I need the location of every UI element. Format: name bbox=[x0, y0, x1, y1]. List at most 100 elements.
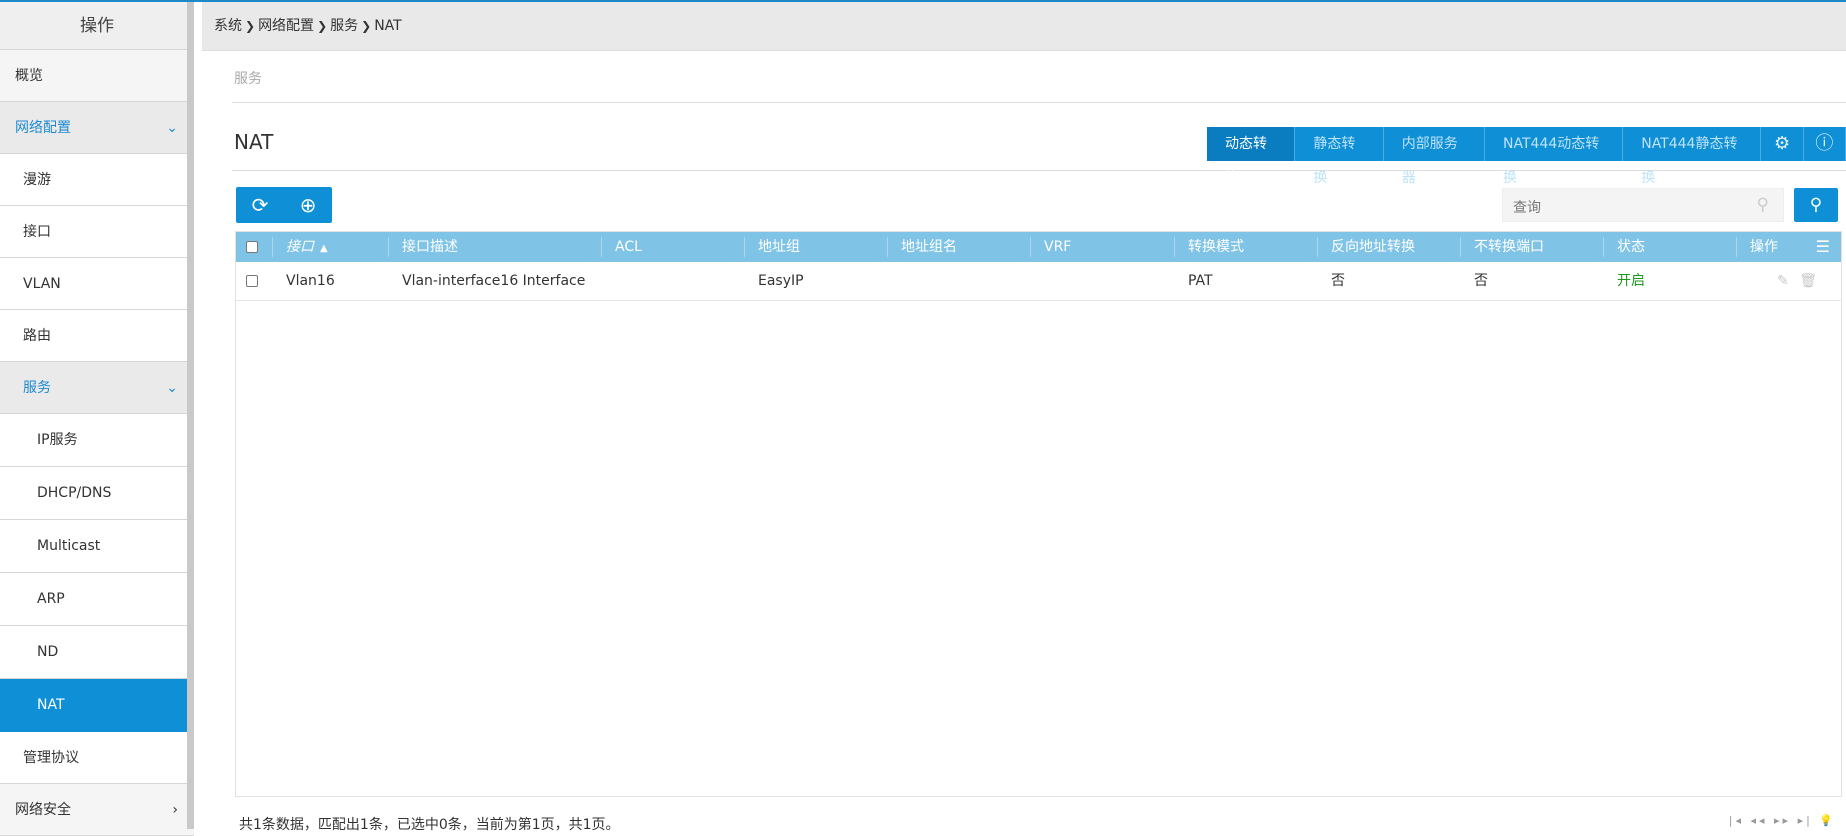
column-label: 操作 bbox=[1750, 239, 1778, 255]
chevron-down-icon: ⌄ bbox=[166, 380, 178, 396]
sidebar-item-overview[interactable]: 概览 bbox=[0, 50, 194, 102]
sidebar-item-label: 服务 bbox=[23, 380, 51, 396]
cell-acl bbox=[601, 262, 744, 300]
sidebar-item-label: NAT bbox=[37, 697, 65, 713]
sidebar-item-label: Multicast bbox=[37, 538, 101, 554]
sidebar-item-label: 管理协议 bbox=[23, 750, 79, 766]
sidebar-item-label: 接口 bbox=[23, 224, 51, 240]
sidebar-item-label: 网络配置 bbox=[15, 120, 71, 136]
sidebar-item-interface[interactable]: 接口 bbox=[0, 206, 194, 258]
pagination: |◂ ◂◂ ▸▸ ▸| 💡 bbox=[1729, 814, 1836, 827]
edit-icon[interactable]: ✎ bbox=[1777, 273, 1789, 289]
lightbulb-icon[interactable]: 💡 bbox=[1819, 814, 1836, 827]
search-placeholder: 查询 bbox=[1513, 200, 1541, 216]
sidebar-item-label: 网络安全 bbox=[15, 802, 71, 818]
row-select-cell bbox=[236, 262, 272, 300]
main-content: 系统 ❯ 网络配置 ❯ 服务 ❯ NAT 服务 NAT 动态转换 静态转换 内部服务器 NA… bbox=[202, 2, 1846, 833]
chevron-right-icon: ❯ bbox=[361, 19, 372, 33]
sidebar-item-label: 概览 bbox=[15, 68, 43, 84]
page-title: NAT bbox=[234, 130, 274, 154]
divider bbox=[232, 102, 1846, 103]
table-row[interactable]: Vlan16 Vlan-interface16 Interface EasyIP… bbox=[236, 262, 1841, 301]
cell-address-group: EasyIP bbox=[758, 273, 804, 289]
sidebar-item-network-config[interactable]: 网络配置 ⌄ bbox=[0, 102, 194, 154]
nat-tabs: 动态转换 静态转换 内部服务器 NAT444动态转换 NAT444静态转换 ⚙ … bbox=[1207, 127, 1846, 186]
search-icon[interactable]: ⚲ bbox=[1757, 195, 1769, 215]
sidebar-item-dhcp-dns[interactable]: DHCP/DNS bbox=[0, 467, 194, 520]
breadcrumb-item[interactable]: 网络配置 bbox=[258, 18, 314, 34]
column-header-description[interactable]: 接口描述 bbox=[388, 232, 601, 262]
table-header: 接口 ▲ 接口描述 ACL 地址组 地址组名 VRF 转换模式 反向地址转换 不转… bbox=[236, 232, 1841, 262]
prev-page-icon[interactable]: ◂◂ bbox=[1750, 814, 1767, 827]
divider bbox=[232, 170, 1846, 171]
delete-icon[interactable]: 🗑 bbox=[1799, 273, 1817, 289]
sidebar-item-label: ARP bbox=[37, 591, 65, 607]
refresh-icon[interactable]: ⟳ bbox=[236, 187, 284, 223]
tab-static-translation[interactable]: 静态转换 bbox=[1295, 127, 1384, 186]
tab-dynamic-translation[interactable]: 动态转换 bbox=[1207, 127, 1296, 186]
cell-vrf bbox=[1030, 262, 1174, 300]
next-page-icon[interactable]: ▸▸ bbox=[1774, 814, 1791, 827]
cell-actions: ✎ 🗑 bbox=[1736, 262, 1836, 300]
column-header-interface[interactable]: 接口 ▲ bbox=[272, 232, 388, 262]
sidebar-item-arp[interactable]: ARP bbox=[0, 573, 194, 626]
sidebar-item-label: ND bbox=[37, 644, 59, 660]
sidebar-item-label: VLAN bbox=[23, 276, 61, 292]
cell-address-group-name bbox=[887, 262, 1030, 300]
sidebar-item-label: DHCP/DNS bbox=[37, 485, 112, 501]
advanced-search-icon[interactable]: ⚲ bbox=[1794, 188, 1838, 222]
column-menu-icon[interactable]: ☰ bbox=[1816, 232, 1830, 262]
sidebar-item-network-security[interactable]: 网络安全 › bbox=[0, 784, 194, 836]
column-header-actions: 操作 ☰ bbox=[1736, 232, 1836, 262]
select-all-checkbox[interactable] bbox=[246, 241, 258, 253]
nat-table: 接口 ▲ 接口描述 ACL 地址组 地址组名 VRF 转换模式 反向地址转换 不转… bbox=[235, 231, 1842, 797]
column-label: 接口 bbox=[286, 239, 314, 255]
search-input[interactable]: 查询 ⚲ bbox=[1502, 188, 1784, 222]
sub-tab-services[interactable]: 服务 bbox=[234, 68, 262, 88]
column-header-mode[interactable]: 转换模式 bbox=[1174, 232, 1317, 262]
chevron-right-icon: ❯ bbox=[317, 19, 328, 33]
table-summary: 共1条数据，匹配出1条，已选中0条，当前为第1页，共1页。 bbox=[239, 817, 620, 833]
sidebar-item-roaming[interactable]: 漫游 bbox=[0, 154, 194, 206]
sidebar: 操作 概览 网络配置 ⌄ 漫游 接口 VLAN 路由 服务 ⌄ IP服务 DHCP/… bbox=[0, 2, 194, 836]
row-checkbox[interactable] bbox=[246, 275, 258, 287]
tab-nat444-static[interactable]: NAT444静态转换 bbox=[1623, 127, 1762, 186]
cell-description: Vlan-interface16 Interface bbox=[402, 273, 586, 289]
column-header-status[interactable]: 状态 bbox=[1603, 232, 1736, 262]
tab-internal-server[interactable]: 内部服务器 bbox=[1383, 127, 1486, 186]
column-header-vrf[interactable]: VRF bbox=[1030, 232, 1174, 262]
cell-interface: Vlan16 bbox=[286, 273, 335, 289]
sidebar-item-multicast[interactable]: Multicast bbox=[0, 520, 194, 573]
sidebar-item-nd[interactable]: ND bbox=[0, 626, 194, 679]
toolbar: ⟳ ⊕ bbox=[236, 187, 332, 223]
breadcrumb-item[interactable]: 系统 bbox=[214, 18, 242, 34]
sidebar-item-mgmt-protocol[interactable]: 管理协议 bbox=[0, 732, 194, 784]
gear-icon[interactable]: ⚙ bbox=[1761, 127, 1804, 161]
add-icon[interactable]: ⊕ bbox=[284, 187, 332, 223]
sidebar-header: 操作 bbox=[0, 2, 194, 50]
sidebar-item-services[interactable]: 服务 ⌄ bbox=[0, 362, 194, 414]
cell-mode: PAT bbox=[1188, 273, 1213, 289]
breadcrumb: 系统 ❯ 网络配置 ❯ 服务 ❯ NAT bbox=[202, 2, 1846, 51]
column-header-no-pat[interactable]: 不转换端口 bbox=[1460, 232, 1603, 262]
help-icon[interactable]: ⓘ bbox=[1803, 127, 1846, 161]
sidebar-item-nat[interactable]: NAT bbox=[0, 679, 194, 732]
first-page-icon[interactable]: |◂ bbox=[1729, 814, 1744, 827]
sidebar-item-ip-services[interactable]: IP服务 bbox=[0, 414, 194, 467]
cell-status: 开启 bbox=[1617, 273, 1645, 289]
column-header-address-group[interactable]: 地址组 bbox=[744, 232, 887, 262]
sidebar-item-vlan[interactable]: VLAN bbox=[0, 258, 194, 310]
last-page-icon[interactable]: ▸| bbox=[1798, 814, 1813, 827]
sidebar-item-label: IP服务 bbox=[37, 432, 78, 448]
sidebar-item-label: 路由 bbox=[23, 328, 51, 344]
column-header-address-group-name[interactable]: 地址组名 bbox=[887, 232, 1030, 262]
sidebar-item-label: 漫游 bbox=[23, 172, 51, 188]
breadcrumb-item: NAT bbox=[374, 18, 402, 34]
cell-no-pat: 否 bbox=[1474, 273, 1488, 289]
tab-nat444-dynamic[interactable]: NAT444动态转换 bbox=[1485, 127, 1624, 186]
column-header-acl[interactable]: ACL bbox=[601, 232, 744, 262]
sidebar-item-routing[interactable]: 路由 bbox=[0, 310, 194, 362]
column-header-reverse[interactable]: 反向地址转换 bbox=[1317, 232, 1460, 262]
breadcrumb-item[interactable]: 服务 bbox=[330, 18, 358, 34]
sidebar-scrollbar[interactable] bbox=[187, 2, 194, 829]
